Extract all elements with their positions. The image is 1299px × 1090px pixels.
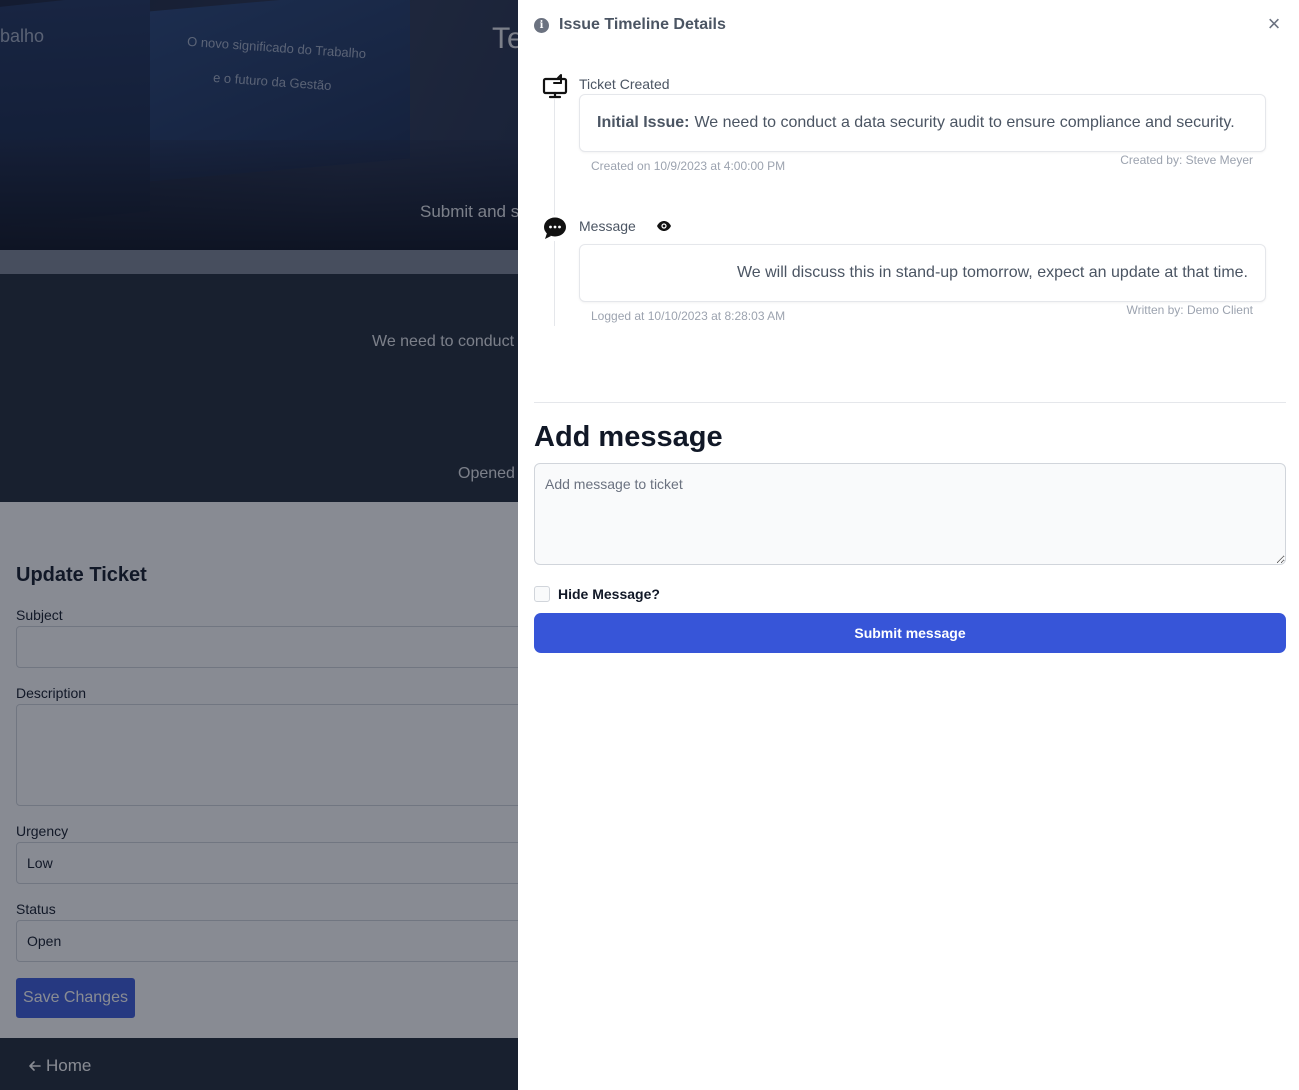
close-icon[interactable]: × [1264, 13, 1284, 35]
timeline-item-label: Ticket Created [579, 76, 670, 92]
issue-timeline-drawer: i Issue Timeline Details × Ticket Create… [518, 0, 1299, 1090]
hide-message-row: Hide Message? [534, 586, 660, 602]
initial-issue-text: We need to conduct a data security audit… [694, 114, 1235, 131]
drawer-header: i Issue Timeline Details [534, 16, 726, 34]
created-timestamp: Created on 10/9/2023 at 4:00:00 PM [591, 159, 786, 173]
eye-icon[interactable] [656, 219, 672, 238]
timeline-item-label: Message [579, 218, 636, 234]
written-by: Written by: Demo Client [1126, 303, 1254, 317]
timeline-card: We will discuss this in stand-up tomorro… [579, 244, 1266, 302]
timeline-card: Initial Issue: We need to conduct a data… [579, 94, 1266, 152]
message-textarea[interactable] [534, 463, 1286, 565]
monitor-arrow-icon [542, 73, 568, 99]
add-message-title: Add message [534, 421, 723, 453]
hide-message-label: Hide Message? [558, 586, 660, 602]
timeline-line [554, 96, 555, 326]
message-text: We will discuss this in stand-up tomorro… [736, 264, 1248, 281]
submit-message-button[interactable]: Submit message [534, 613, 1286, 653]
section-divider [534, 402, 1286, 403]
info-icon: i [534, 17, 549, 33]
logged-timestamp: Logged at 10/10/2023 at 8:28:03 AM [591, 309, 786, 323]
created-by: Created by: Steve Meyer [1120, 153, 1253, 167]
drawer-title: Issue Timeline Details [559, 16, 726, 33]
initial-issue-prefix: Initial Issue: [597, 114, 690, 131]
hide-message-checkbox[interactable] [534, 586, 550, 602]
chat-bubble-icon [542, 215, 568, 241]
